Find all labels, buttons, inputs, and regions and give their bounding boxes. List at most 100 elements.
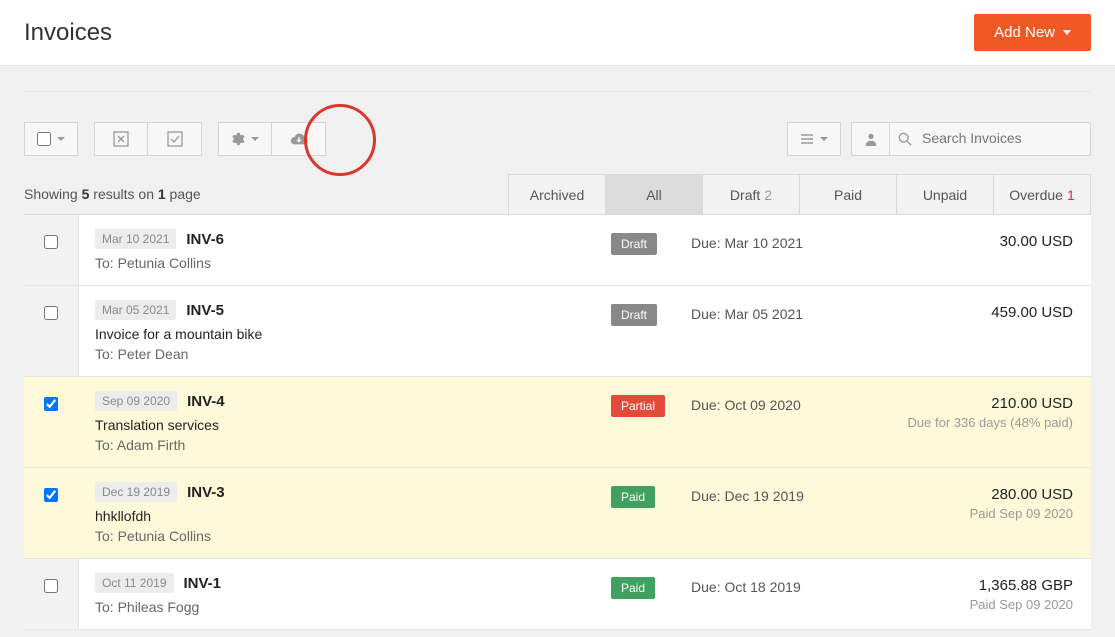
invoice-row[interactable]: Sep 09 2020 INV-4 Translation services To: … bbox=[24, 377, 1091, 468]
invoice-subject: Translation services bbox=[95, 417, 595, 433]
row-checkbox[interactable] bbox=[44, 579, 58, 593]
cloud-download-icon bbox=[290, 132, 308, 146]
tab-archived[interactable]: Archived bbox=[508, 174, 606, 214]
amount-sub: Paid Sep 09 2020 bbox=[891, 597, 1073, 612]
amount-cell: 210.00 USD Due for 336 days (48% paid) bbox=[891, 377, 1091, 467]
caret-down-icon bbox=[57, 137, 65, 141]
due-date: Due: Dec 19 2019 bbox=[691, 468, 891, 558]
status-badge: Paid bbox=[611, 486, 655, 508]
row-main: Sep 09 2020 INV-4 Translation services To: … bbox=[79, 377, 611, 467]
toolbar bbox=[24, 92, 1091, 174]
status-badge: Draft bbox=[611, 304, 657, 326]
tab-draft[interactable]: Draft2 bbox=[702, 174, 800, 214]
search-container bbox=[851, 122, 1091, 156]
status-badge: Draft bbox=[611, 233, 657, 255]
invoice-row[interactable]: Mar 10 2021INV-6To: Petunia CollinsDraft… bbox=[24, 215, 1091, 286]
user-filter-button[interactable] bbox=[852, 123, 890, 155]
status-badge: Paid bbox=[611, 577, 655, 599]
select-all-dropdown[interactable] bbox=[24, 122, 78, 156]
archive-button[interactable] bbox=[94, 122, 148, 156]
page-title: Invoices bbox=[24, 19, 112, 47]
view-options-dropdown[interactable] bbox=[787, 122, 841, 156]
caret-down-icon bbox=[820, 137, 828, 141]
row-checkbox[interactable] bbox=[44, 488, 58, 502]
results-summary: Showing 5 results on 1 page bbox=[24, 186, 201, 214]
row-checkbox[interactable] bbox=[44, 306, 58, 320]
tab-label: Paid bbox=[834, 187, 862, 203]
tab-unpaid[interactable]: Unpaid bbox=[896, 174, 994, 214]
tab-all[interactable]: All bbox=[605, 174, 703, 214]
tab-label: Overdue bbox=[1009, 187, 1063, 203]
status-cell: Draft bbox=[611, 215, 691, 285]
invoice-row[interactable]: Mar 05 2021 INV-5 Invoice for a mountain b… bbox=[24, 286, 1091, 377]
invoice-recipient: To: Adam Firth bbox=[95, 437, 595, 453]
due-date: Due: Mar 05 2021 bbox=[691, 286, 891, 376]
invoice-id[interactable]: INV-6 bbox=[186, 231, 224, 248]
divider bbox=[24, 66, 1091, 92]
invoice-recipient: To: Peter Dean bbox=[95, 346, 595, 362]
amount-cell: 30.00 USD bbox=[891, 215, 1091, 285]
amount: 459.00 USD bbox=[891, 304, 1073, 321]
invoice-id[interactable]: INV-1 bbox=[184, 575, 222, 592]
amount-sub: Paid Sep 09 2020 bbox=[891, 506, 1073, 521]
row-checkbox-cell bbox=[24, 286, 79, 376]
status-cell: Paid bbox=[611, 468, 691, 558]
invoice-id[interactable]: INV-5 bbox=[186, 302, 224, 319]
row-checkbox-cell bbox=[24, 215, 79, 285]
row-checkbox-cell bbox=[24, 559, 79, 629]
tab-label: Unpaid bbox=[923, 187, 967, 203]
due-date: Due: Oct 18 2019 bbox=[691, 559, 891, 629]
invoice-list: Mar 10 2021 INV-6 To: Petunia Collins Draft… bbox=[24, 214, 1091, 630]
tab-count: 1 bbox=[1067, 187, 1075, 203]
select-all-checkbox[interactable] bbox=[37, 132, 51, 146]
status-cell: Paid bbox=[611, 559, 691, 629]
tab-paid[interactable]: Paid bbox=[799, 174, 897, 214]
search-input[interactable] bbox=[890, 130, 1090, 146]
date-chip: Sep 09 2020 bbox=[95, 391, 177, 411]
invoice-recipient: To: Petunia Collins bbox=[95, 528, 595, 544]
row-main: Mar 10 2021INV-6To: Petunia Collins bbox=[79, 215, 611, 285]
due-date: Due: Oct 09 2020 bbox=[691, 377, 891, 467]
row-checkbox-cell bbox=[24, 468, 79, 558]
amount: 280.00 USD bbox=[891, 486, 1073, 503]
status-badge: Partial bbox=[611, 395, 665, 417]
tab-label: All bbox=[646, 187, 662, 203]
invoice-id[interactable]: INV-3 bbox=[187, 484, 225, 501]
invoice-recipient: To: Phileas Fogg bbox=[95, 599, 595, 615]
add-new-button[interactable]: Add New bbox=[974, 14, 1091, 51]
status-cell: Partial bbox=[611, 377, 691, 467]
amount-cell: 280.00 USD Paid Sep 09 2020 bbox=[891, 468, 1091, 558]
invoice-row[interactable]: Dec 19 2019INV-3hhkllofdhTo: Petunia Col… bbox=[24, 468, 1091, 559]
tab-count: 2 bbox=[764, 187, 772, 203]
date-chip: Oct 11 2019 bbox=[95, 573, 174, 593]
list-icon bbox=[800, 133, 814, 145]
person-icon bbox=[864, 132, 878, 146]
tab-label: Archived bbox=[530, 187, 584, 203]
caret-down-icon bbox=[251, 137, 259, 141]
x-box-icon bbox=[113, 131, 129, 147]
row-main: Dec 19 2019INV-3hhkllofdhTo: Petunia Col… bbox=[79, 468, 611, 558]
invoice-row[interactable]: Oct 11 2019 INV-1 To: Phileas Fogg Paid Due:… bbox=[24, 559, 1091, 630]
settings-dropdown[interactable] bbox=[218, 122, 272, 156]
download-button[interactable] bbox=[272, 122, 326, 156]
amount-sub: Due for 336 days (48% paid) bbox=[891, 415, 1073, 430]
filter-tabs: Archived All Draft2 Paid Unpaid Overdue1 bbox=[509, 174, 1091, 214]
mark-button[interactable] bbox=[148, 122, 202, 156]
due-date: Due: Mar 10 2021 bbox=[691, 215, 891, 285]
row-main: Mar 05 2021 INV-5 Invoice for a mountain b… bbox=[79, 286, 611, 376]
amount: 210.00 USD bbox=[891, 395, 1073, 412]
invoice-subject: Invoice for a mountain bike bbox=[95, 326, 595, 342]
add-new-label: Add New bbox=[994, 24, 1055, 41]
page-header: Invoices Add New bbox=[0, 0, 1115, 66]
row-main: Oct 11 2019 INV-1 To: Phileas Fogg bbox=[79, 559, 611, 629]
search-icon bbox=[898, 132, 912, 146]
tab-overdue[interactable]: Overdue1 bbox=[993, 174, 1091, 214]
date-chip: Mar 05 2021 bbox=[95, 300, 176, 320]
row-checkbox[interactable] bbox=[44, 235, 58, 249]
amount: 1,365.88 GBP bbox=[891, 577, 1073, 594]
date-chip: Dec 19 2019 bbox=[95, 482, 177, 502]
date-chip: Mar 10 2021 bbox=[95, 229, 176, 249]
row-checkbox[interactable] bbox=[44, 397, 58, 411]
invoice-id[interactable]: INV-4 bbox=[187, 393, 225, 410]
row-checkbox-cell bbox=[24, 377, 79, 467]
